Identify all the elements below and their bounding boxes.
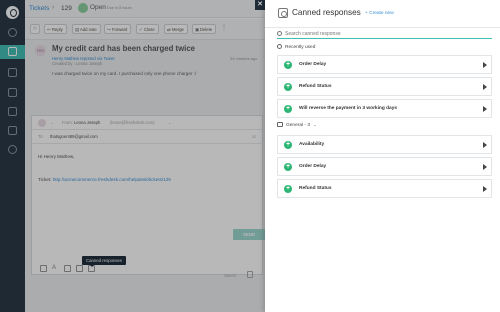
insert-plus-icon[interactable]: + [284, 163, 292, 171]
canned-item-label: Refund Status [299, 84, 332, 89]
canned-item[interactable]: + Order Delay [277, 157, 492, 176]
preview-arrow-icon[interactable] [483, 186, 487, 192]
canned-item[interactable]: + Order Delay [277, 55, 492, 74]
canned-responses-panel: Canned responses + Create new Recently u… [265, 0, 500, 312]
recently-used-header: Recently used [277, 44, 315, 50]
canned-search-input[interactable] [285, 29, 485, 38]
preview-arrow-icon[interactable] [483, 84, 487, 90]
insert-plus-icon[interactable]: + [284, 185, 292, 193]
canned-response-icon [278, 8, 288, 18]
canned-search [277, 28, 492, 39]
insert-plus-icon[interactable]: + [284, 61, 292, 69]
search-icon [277, 31, 282, 36]
canned-item-label: Refund Status [299, 186, 332, 191]
folder-icon [277, 122, 283, 127]
create-new-link[interactable]: + Create new [365, 11, 394, 16]
preview-arrow-icon[interactable] [483, 164, 487, 170]
canned-item-label: Will reverse the payment in 3 working da… [299, 106, 398, 111]
canned-item[interactable]: + Refund Status [277, 77, 492, 96]
chevron-down-icon[interactable]: ⌄ [313, 122, 317, 127]
canned-item-label: Availability [299, 142, 325, 147]
canned-item[interactable]: + Will reverse the payment in 3 working … [277, 99, 492, 118]
canned-item[interactable]: + Availability [277, 135, 492, 154]
insert-plus-icon[interactable]: + [284, 83, 292, 91]
panel-header: Canned responses + Create new [265, 0, 500, 28]
preview-arrow-icon[interactable] [483, 142, 487, 148]
canned-item[interactable]: + Refund Status [277, 179, 492, 198]
panel-title: Canned responses [292, 8, 361, 17]
canned-item-label: Order Delay [299, 164, 327, 169]
close-panel-button[interactable]: ✕ [255, 0, 265, 10]
canned-item-label: Order Delay [299, 62, 327, 67]
preview-arrow-icon[interactable] [483, 106, 487, 112]
insert-plus-icon[interactable]: + [284, 105, 292, 113]
folder-general-header[interactable]: General - 3 ⌄ [277, 122, 317, 128]
modal-backdrop[interactable] [0, 0, 265, 312]
preview-arrow-icon[interactable] [483, 62, 487, 68]
history-icon [277, 44, 282, 49]
insert-plus-icon[interactable]: + [284, 141, 292, 149]
